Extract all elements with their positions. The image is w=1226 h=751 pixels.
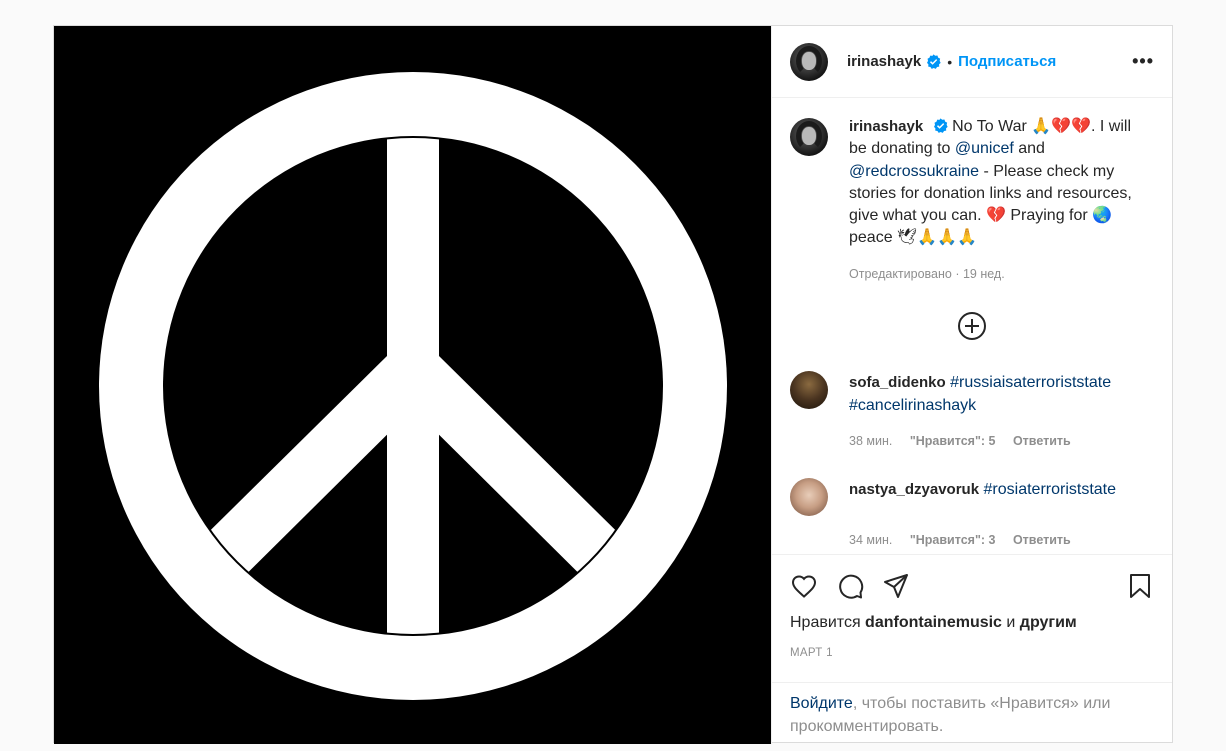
post-container: irinashayk • Подписаться ••• irinashayk … — [53, 25, 1173, 744]
action-icons — [790, 555, 1154, 617]
likes-middle: и — [1001, 614, 1020, 631]
follow-button[interactable]: Подписаться — [958, 53, 1056, 70]
header-separator: • — [947, 53, 953, 70]
comment-item: nastya_dzyavoruk #rosiaterroriststate — [790, 477, 1154, 516]
likes-user[interactable]: danfontainemusic — [865, 614, 1002, 631]
login-link[interactable]: Войдите — [790, 695, 853, 712]
heart-icon[interactable] — [790, 572, 818, 600]
bookmark-icon[interactable] — [1126, 572, 1154, 600]
reply-button[interactable]: Ответить — [1013, 533, 1071, 547]
more-icon[interactable]: ••• — [1132, 51, 1154, 72]
comment-likes[interactable]: "Нравится": 5 — [910, 434, 996, 448]
post-sidebar: irinashayk • Подписаться ••• irinashayk … — [772, 26, 1172, 742]
comment-likes[interactable]: "Нравится": 3 — [910, 533, 996, 547]
mention-unicef[interactable]: @unicef — [955, 140, 1014, 157]
commenter-avatar[interactable] — [790, 477, 828, 516]
comment-time: 34 мин. — [849, 532, 893, 547]
comment-hashtags[interactable]: #rosiaterroriststate — [984, 481, 1117, 498]
verified-icon — [933, 118, 948, 133]
caption-username[interactable]: irinashayk — [849, 118, 923, 135]
commenter-avatar[interactable] — [790, 370, 828, 409]
mention-redcrossukraine[interactable]: @redcrossukraine — [849, 163, 979, 180]
comments-area[interactable]: irinashayk No To War 🙏💔💔. I will be dona… — [772, 98, 1172, 554]
login-prompt: Войдите, чтобы поставить «Нравится» или … — [772, 682, 1172, 742]
post-image[interactable] — [54, 26, 772, 744]
comment-text: sofa_didenko #russiaisaterroriststate #c… — [849, 371, 1139, 417]
verified-icon — [927, 54, 941, 69]
comment-time: 38 мин. — [849, 433, 893, 448]
caption-meta: Отредактировано · 19 нед. — [849, 266, 1005, 281]
comment-meta: 34 мин. "Нравится": 3 Ответить — [849, 533, 1154, 547]
likes-summary: Нравится danfontainemusic и другим — [790, 614, 1154, 632]
likes-prefix: Нравится — [790, 614, 866, 631]
post-actions: Нравится danfontainemusic и другим МАРТ … — [772, 554, 1172, 659]
author-username[interactable]: irinashayk — [847, 53, 921, 70]
author-avatar[interactable] — [790, 42, 828, 81]
reply-button[interactable]: Ответить — [1013, 434, 1071, 448]
load-more-icon[interactable] — [957, 311, 987, 341]
likes-others[interactable]: другим — [1020, 614, 1077, 631]
caption-text-2: and — [1013, 140, 1045, 158]
comment-item: sofa_didenko #russiaisaterroriststate #c… — [790, 370, 1154, 417]
caption-avatar[interactable] — [790, 118, 828, 156]
post-date: МАРТ 1 — [790, 647, 833, 659]
comment-username[interactable]: sofa_didenko — [849, 374, 946, 391]
comment-username[interactable]: nastya_dzyavoruk — [849, 481, 979, 498]
comment-icon[interactable] — [836, 572, 864, 600]
caption: irinashayk No To War 🙏💔💔. I will be dona… — [790, 116, 1154, 250]
comment-text: nastya_dzyavoruk #rosiaterroriststate — [849, 478, 1139, 516]
post-header: irinashayk • Подписаться ••• — [772, 26, 1172, 98]
share-icon[interactable] — [882, 572, 910, 600]
peace-symbol-image — [99, 72, 727, 700]
load-more-comments[interactable] — [790, 311, 1154, 341]
comment-meta: 38 мин. "Нравится": 5 Ответить — [849, 434, 1154, 448]
caption-text: irinashayk No To War 🙏💔💔. I will be dona… — [849, 116, 1139, 250]
